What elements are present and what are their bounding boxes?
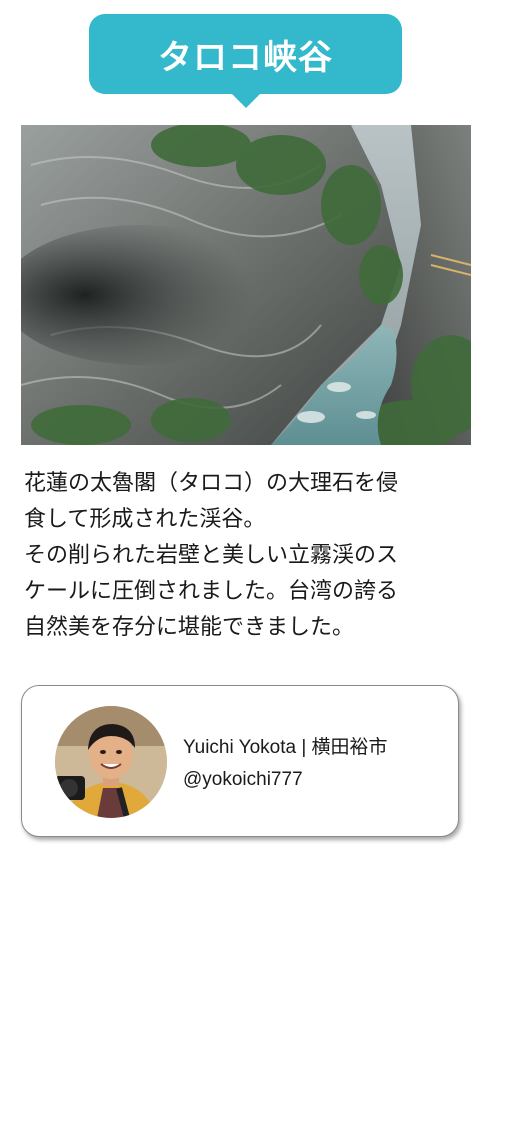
description: 花蓮の太魯閣（タロコ）の大理石を侵 食して形成された渓谷。 その削られた岩壁と美… bbox=[24, 466, 474, 646]
page-title: タロコ峡谷 bbox=[158, 37, 333, 78]
description-line: 食して形成された渓谷。 bbox=[24, 507, 266, 532]
gorge-photo bbox=[21, 125, 471, 445]
avatar[interactable] bbox=[55, 706, 167, 818]
profile-handle[interactable]: @yokoichi777 bbox=[183, 764, 388, 796]
profile-text: Yuichi Yokota | 横田裕市 @yokoichi777 bbox=[183, 732, 388, 796]
profile-name: Yuichi Yokota | 横田裕市 bbox=[183, 737, 388, 758]
description-line: 自然美を存分に堪能できました。 bbox=[24, 615, 355, 640]
description-line: その削られた岩壁と美しい立霧渓のス bbox=[24, 543, 399, 568]
title-bubble: タロコ峡谷 bbox=[89, 14, 402, 108]
description-line: 花蓮の太魯閣（タロコ）の大理石を侵 bbox=[24, 471, 399, 496]
description-line: ケールに圧倒されました。台湾の誇る bbox=[24, 579, 399, 604]
profile-card[interactable]: Yuichi Yokota | 横田裕市 @yokoichi777 bbox=[21, 685, 459, 837]
page: タロコ峡谷 花蓮の太魯閣（タロコ）の大理石を侵 食して形成された渓谷。 その削ら… bbox=[0, 0, 519, 1131]
